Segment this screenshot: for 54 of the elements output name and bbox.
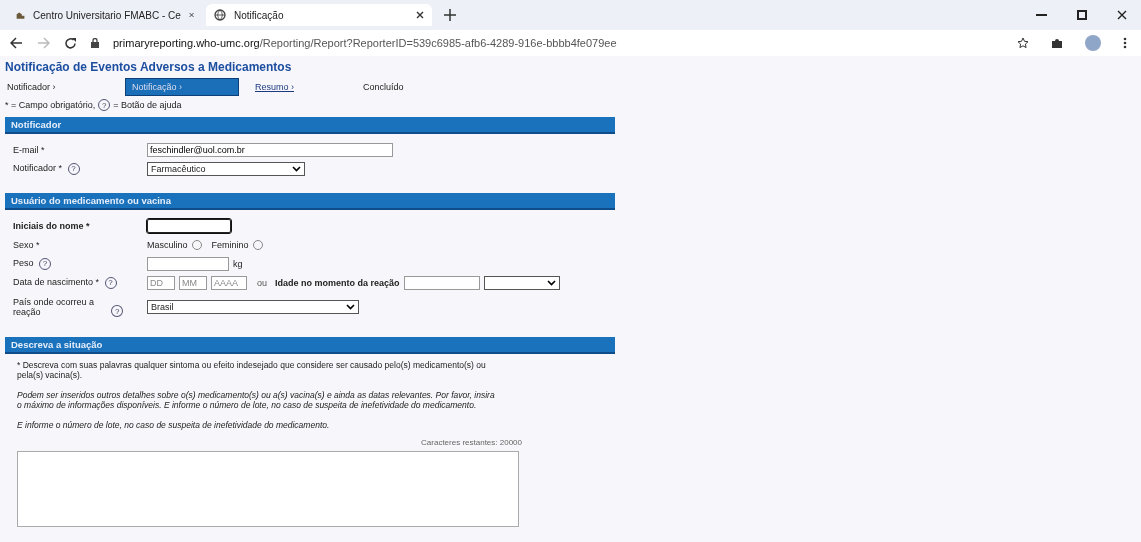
description-field[interactable] — [17, 451, 519, 527]
unit-label: kg — [233, 258, 243, 269]
legend-text: * = Campo obrigatório, — [5, 100, 96, 110]
tab-title: Centro Universitario FMABC - Ce — [33, 9, 181, 21]
page-title: Notificação de Eventos Adversos a Medicamentos — [5, 60, 293, 74]
step-link[interactable]: Resumo › — [253, 82, 361, 92]
hint-text: E informe o número de lote, no caso de suspeita de inefetividade do medicamento. — [17, 420, 331, 430]
section-header: Usuário do medicamento ou vacina — [5, 193, 615, 210]
section-header: Descreva a situação — [5, 337, 615, 354]
field-label: Notificador * — [13, 162, 63, 173]
legend-text: = Botão de ajuda — [113, 100, 182, 110]
hint-text: Podem ser inseridos outros detalhes sobre o(s) medicamento(s) ou a(s) vacina(s) e ainda as datas relevantes. Por favor, insira o máximo de informações disponíveis. E informe o número de lote, no caso de suspeita de inefetividade do medicamento. — [17, 390, 496, 410]
step-current: Notificação › — [125, 78, 239, 96]
field-label: Peso — [13, 257, 34, 268]
lock-icon[interactable] — [91, 38, 99, 48]
step-label: Notificador › — [6, 82, 57, 92]
field-label: Data de nascimento * — [13, 276, 100, 287]
character-counter: Caracteres restantes: 20000 — [420, 438, 522, 447]
radio-label: Feminino — [211, 239, 249, 250]
field-label: E-mail * — [13, 144, 45, 155]
or-label: ou — [257, 277, 267, 288]
star-icon[interactable] — [1017, 37, 1029, 49]
date-field[interactable]: MM — [179, 275, 207, 290]
field-label: País onde ocorreu a reação — [13, 297, 96, 317]
globe-icon — [214, 9, 226, 21]
more-icon[interactable] — [1123, 37, 1127, 49]
field-label: Sexo * — [13, 239, 40, 250]
section-header: Notificador — [5, 117, 615, 134]
chevron-icon — [546, 279, 556, 286]
initials-field[interactable] — [147, 218, 231, 233]
dropdown[interactable]: Brasil — [147, 300, 359, 314]
date-field[interactable]: DD — [147, 275, 175, 290]
field-label: Iniciais do nome * — [13, 220, 90, 231]
dropdown[interactable] — [483, 275, 560, 290]
radio-label: Masculino — [147, 239, 188, 250]
weight-field[interactable] — [147, 256, 229, 271]
back-icon[interactable] — [10, 37, 23, 49]
instruction-text: * Descreva com suas palavras qualquer sintoma ou efeito indesejado que considere ser causado pelo(s) medicamento(s) ou pela(s) vacina(s). — [17, 360, 487, 380]
date-field[interactable]: AAAA — [211, 275, 247, 290]
age-field[interactable] — [403, 275, 480, 290]
browser-tab[interactable]: Notificação — [206, 4, 432, 26]
chevron-icon — [346, 304, 355, 310]
field-label: Idade no momento da reação — [275, 277, 400, 288]
step-label: Concluído — [362, 82, 405, 92]
dropdown[interactable]: Farmacêutico — [147, 161, 305, 176]
tab-title: Notificação — [234, 9, 285, 21]
chevron-icon — [292, 165, 301, 172]
browser-tab[interactable]: Centro Universitario FMABC - Ce — [8, 4, 202, 26]
email-field[interactable]: feschindler@uol.com.br — [147, 142, 393, 157]
new-tab-icon[interactable] — [444, 9, 456, 21]
close-icon[interactable] — [1117, 10, 1127, 20]
close-icon[interactable] — [416, 11, 424, 19]
maximize-icon[interactable] — [1077, 10, 1087, 20]
reload-icon[interactable] — [64, 36, 77, 50]
